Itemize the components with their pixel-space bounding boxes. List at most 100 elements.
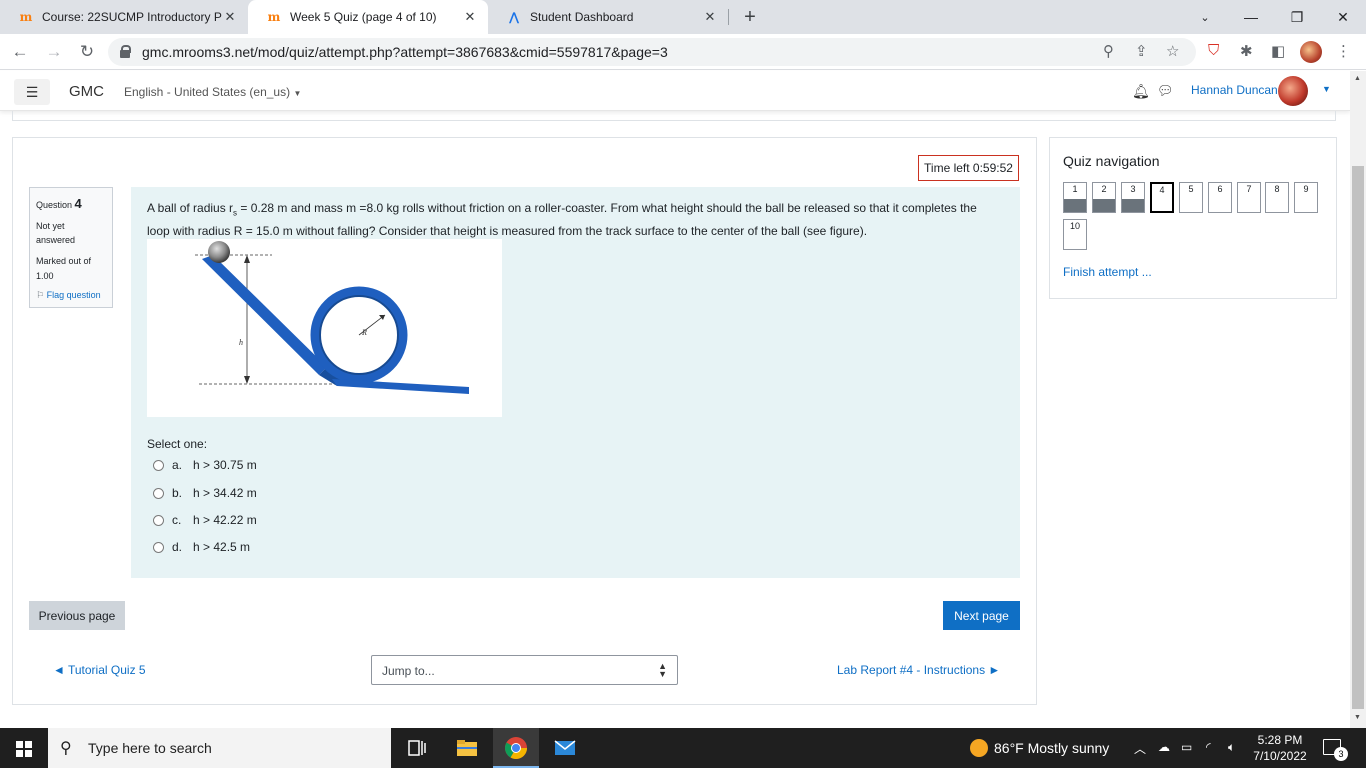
windows-taskbar: ⚲ Type here to search 86°F Mostly sunny … (0, 728, 1366, 768)
side-panel-icon[interactable]: ◧ (1271, 42, 1285, 60)
next-page-button[interactable]: Next page (943, 601, 1020, 630)
quiz-nav-button-1[interactable]: 1 (1063, 182, 1087, 213)
quiz-navigation-title: Quiz navigation (1063, 153, 1160, 169)
share-icon[interactable]: ⇪ (1135, 42, 1148, 60)
user-menu-caret-icon[interactable]: ▼ (1322, 84, 1331, 94)
url-text: gmc.mrooms3.net/mod/quiz/attempt.php?att… (142, 44, 668, 60)
quiz-nav-label: 4 (1159, 185, 1165, 195)
tab-search-icon[interactable]: ⌄ (1182, 0, 1228, 34)
browser-profile-avatar[interactable] (1300, 41, 1322, 63)
notifications-bell-icon[interactable]: 🔔︎ (1132, 83, 1150, 100)
previous-page-button[interactable]: Previous page (29, 601, 125, 630)
option-text[interactable]: h > 42.5 m (193, 540, 250, 554)
quiz-nav-label: 10 (1069, 221, 1080, 231)
extensions-puzzle-icon[interactable]: ✱ (1240, 42, 1253, 60)
battery-icon[interactable]: ▭ (1181, 740, 1192, 754)
menu-kebab-icon[interactable]: ⋮ (1336, 42, 1351, 60)
answer-option-b[interactable]: b. h > 34.42 m (153, 484, 257, 502)
scrollbar-thumb[interactable] (1352, 166, 1364, 709)
file-explorer-icon[interactable] (455, 736, 479, 760)
user-name[interactable]: Hannah Duncan (1191, 83, 1278, 97)
language-menu[interactable]: English - United States (en_us) ▼ (124, 85, 301, 99)
radio-button[interactable] (153, 487, 164, 499)
new-tab-button[interactable]: + (738, 4, 762, 30)
option-text[interactable]: h > 42.22 m (193, 513, 257, 527)
address-bar[interactable]: gmc.mrooms3.net/mod/quiz/attempt.php?att… (108, 38, 1196, 66)
scroll-up-icon[interactable]: ▲ (1354, 75, 1361, 82)
tab-course[interactable]: m Course: 22SUCMP Introductory P ✕ (0, 0, 248, 34)
radio-button[interactable] (153, 541, 164, 553)
chrome-icon[interactable] (504, 736, 528, 760)
radio-button[interactable] (153, 514, 164, 526)
quiz-nav-button-2[interactable]: 2 (1092, 182, 1116, 213)
notification-count: 3 (1334, 747, 1348, 761)
ball (208, 241, 230, 263)
close-window-button[interactable]: ✕ (1320, 0, 1366, 34)
hamburger-menu-button[interactable]: ☰ (14, 79, 50, 105)
back-button[interactable]: ← (8, 40, 32, 64)
option-text[interactable]: h > 30.75 m (193, 458, 257, 472)
radius-label: R (361, 328, 367, 337)
close-icon[interactable]: ✕ (462, 9, 478, 25)
close-icon[interactable]: ✕ (222, 9, 238, 25)
clock-date: 7/10/2022 (1253, 749, 1307, 763)
quiz-nav-button-8[interactable]: 8 (1265, 182, 1289, 213)
answer-option-c[interactable]: c. h > 42.22 m (153, 511, 257, 529)
quiz-nav-button-10[interactable]: 10 (1063, 219, 1087, 250)
reload-button[interactable]: ↻ (75, 40, 99, 64)
weather-widget[interactable]: 86°F Mostly sunny (970, 739, 1109, 757)
windows-start-icon[interactable] (16, 741, 32, 757)
forward-button[interactable]: → (42, 40, 66, 64)
restore-button[interactable]: ❐ (1274, 0, 1320, 34)
show-hidden-icons-chevron[interactable]: ︿ (1134, 740, 1146, 757)
task-view-icon[interactable] (405, 736, 429, 760)
option-letter: b. (172, 486, 183, 500)
quiz-nav-button-3[interactable]: 3 (1121, 182, 1145, 213)
radio-button[interactable] (153, 459, 164, 471)
close-icon[interactable]: ✕ (702, 9, 718, 25)
messages-chat-icon[interactable]: 💬︎ (1157, 83, 1174, 99)
caret-down-icon: ▼ (293, 89, 302, 98)
zoom-icon[interactable]: ⚲ (1103, 42, 1114, 60)
taskbar-clock[interactable]: 5:28 PM 7/10/2022 (1252, 732, 1308, 764)
weather-text: 86°F Mostly sunny (994, 740, 1110, 756)
quiz-nav-button-4[interactable]: 4 (1150, 182, 1174, 213)
minimize-button[interactable]: — (1228, 0, 1274, 34)
question-text-part1: A ball of radius r (147, 201, 234, 215)
page-scrollbar[interactable]: ▲ ▼ (1350, 71, 1366, 728)
lock-icon (120, 45, 131, 58)
next-activity-link[interactable]: Lab Report #4 - Instructions ► (837, 663, 1000, 677)
tab-week5-quiz[interactable]: m Week 5 Quiz (page 4 of 10) ✕ (248, 0, 488, 34)
onedrive-cloud-icon[interactable]: ☁ (1158, 740, 1170, 754)
flag-question-link[interactable]: ⚐ Flag question (36, 290, 106, 301)
tab-title: Week 5 Quiz (page 4 of 10) (290, 10, 437, 24)
mail-icon[interactable] (553, 736, 577, 760)
answer-option-d[interactable]: d. h > 42.5 m (153, 538, 250, 556)
jump-to-value: Jump to... (382, 664, 435, 678)
extension-shield-icon[interactable]: ⛉ (1208, 42, 1219, 59)
quiz-nav-label: 9 (1303, 184, 1309, 194)
site-brand[interactable]: GMC (69, 83, 104, 100)
tab-title: Student Dashboard (530, 10, 634, 24)
quiz-nav-label: 5 (1188, 184, 1194, 194)
quiz-nav-button-5[interactable]: 5 (1179, 182, 1203, 213)
answer-option-a[interactable]: a. h > 30.75 m (153, 456, 257, 474)
quiz-nav-label: 8 (1274, 184, 1280, 194)
quiz-nav-button-7[interactable]: 7 (1237, 182, 1261, 213)
scroll-down-icon[interactable]: ▼ (1354, 714, 1361, 721)
option-text[interactable]: h > 34.42 m (193, 486, 257, 500)
quiz-nav-button-6[interactable]: 6 (1208, 182, 1232, 213)
notification-center-icon[interactable]: 3 (1323, 739, 1348, 761)
bookmark-star-icon[interactable]: ☆ (1166, 42, 1179, 60)
previous-activity-link[interactable]: ◄ Tutorial Quiz 5 (53, 663, 146, 677)
tab-student-dashboard[interactable]: ⋀ Student Dashboard ✕ (488, 0, 728, 34)
quiz-nav-button-9[interactable]: 9 (1294, 182, 1318, 213)
volume-icon[interactable]: 🔈︎ (1228, 740, 1235, 755)
search-icon: ⚲ (60, 740, 72, 757)
finish-attempt-link[interactable]: Finish attempt ... (1063, 265, 1152, 279)
jump-to-select[interactable]: Jump to... ▲ ▼ (371, 655, 678, 685)
quiz-nav-label: 1 (1072, 184, 1078, 194)
taskbar-search-box[interactable]: ⚲ Type here to search (48, 728, 391, 768)
wifi-icon[interactable]: ◜ (1206, 740, 1211, 754)
user-avatar[interactable] (1278, 76, 1308, 106)
